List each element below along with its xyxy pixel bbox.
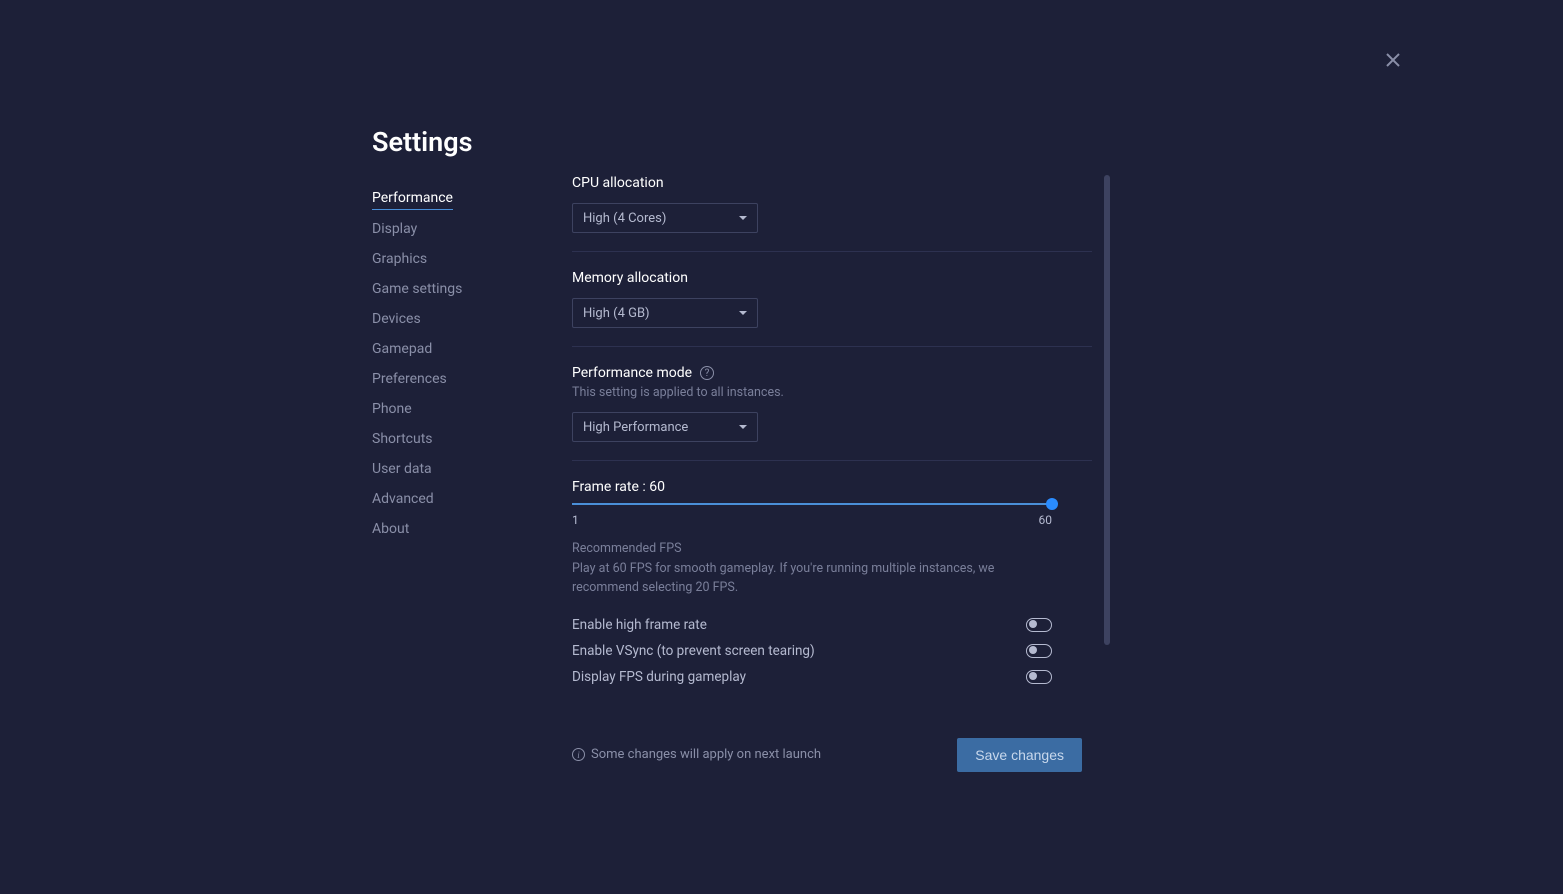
nav-item-game-settings[interactable]: Game settings	[372, 274, 572, 304]
frame-rate-slider[interactable]	[572, 503, 1052, 505]
toggle-display-fps-row: Display FPS during gameplay	[572, 664, 1052, 690]
caret-down-icon	[739, 216, 747, 220]
toggle-knob	[1029, 646, 1037, 654]
nav-item-gamepad[interactable]: Gamepad	[372, 334, 572, 364]
cpu-allocation-section: CPU allocation High (4 Cores)	[572, 175, 1092, 252]
caret-down-icon	[739, 311, 747, 315]
nav-item-phone[interactable]: Phone	[372, 394, 572, 424]
performance-mode-sublabel: This setting is applied to all instances…	[572, 385, 1092, 400]
nav-item-display[interactable]: Display	[372, 214, 572, 244]
nav-item-advanced[interactable]: Advanced	[372, 484, 572, 514]
scrollbar[interactable]	[1104, 175, 1110, 645]
nav-item-performance[interactable]: Performance	[372, 183, 453, 210]
frame-rate-label: Frame rate : 60	[572, 479, 1092, 495]
close-button[interactable]	[1383, 50, 1403, 70]
settings-content: CPU allocation High (4 Cores) Memory all…	[572, 125, 1092, 772]
performance-mode-section: Performance mode ? This setting is appli…	[572, 365, 1092, 461]
recommended-fps-text: Play at 60 FPS for smooth gameplay. If y…	[572, 560, 1052, 598]
frame-rate-section: Frame rate : 60 1 60 Recommended FPS Pla…	[572, 479, 1092, 708]
memory-allocation-section: Memory allocation High (4 GB)	[572, 270, 1092, 347]
nav-item-user-data[interactable]: User data	[372, 454, 572, 484]
toggle-vsync[interactable]	[1026, 644, 1052, 658]
recommended-fps-title: Recommended FPS	[572, 541, 1092, 556]
toggle-high-frame-rate-label: Enable high frame rate	[572, 617, 707, 633]
cpu-allocation-dropdown[interactable]: High (4 Cores)	[572, 203, 758, 233]
nav-item-preferences[interactable]: Preferences	[372, 364, 572, 394]
settings-sidebar: Performance Display Graphics Game settin…	[372, 125, 572, 772]
caret-down-icon	[739, 425, 747, 429]
slider-thumb[interactable]	[1046, 498, 1058, 510]
toggle-high-frame-rate[interactable]	[1026, 618, 1052, 632]
nav-item-about[interactable]: About	[372, 514, 572, 544]
memory-allocation-label: Memory allocation	[572, 270, 1092, 286]
toggle-knob	[1029, 672, 1037, 680]
page-title: Settings	[372, 126, 473, 158]
toggle-display-fps[interactable]	[1026, 670, 1052, 684]
slider-max: 60	[1039, 513, 1053, 527]
info-icon: i	[572, 748, 585, 761]
help-icon[interactable]: ?	[700, 366, 714, 380]
slider-min: 1	[572, 513, 579, 527]
save-changes-button[interactable]: Save changes	[957, 738, 1082, 772]
toggle-display-fps-label: Display FPS during gameplay	[572, 669, 746, 685]
footer-note: i Some changes will apply on next launch	[572, 747, 821, 762]
memory-allocation-dropdown[interactable]: High (4 GB)	[572, 298, 758, 328]
nav-item-shortcuts[interactable]: Shortcuts	[372, 424, 572, 454]
toggle-vsync-label: Enable VSync (to prevent screen tearing)	[572, 643, 815, 659]
performance-mode-dropdown[interactable]: High Performance	[572, 412, 758, 442]
toggle-knob	[1029, 620, 1037, 628]
nav-item-devices[interactable]: Devices	[372, 304, 572, 334]
cpu-allocation-label: CPU allocation	[572, 175, 1092, 191]
performance-mode-value: High Performance	[583, 420, 688, 435]
toggle-vsync-row: Enable VSync (to prevent screen tearing)	[572, 638, 1052, 664]
nav-item-graphics[interactable]: Graphics	[372, 244, 572, 274]
memory-allocation-value: High (4 GB)	[583, 306, 650, 321]
toggle-high-frame-rate-row: Enable high frame rate	[572, 612, 1052, 638]
cpu-allocation-value: High (4 Cores)	[583, 211, 666, 226]
close-icon	[1385, 52, 1401, 68]
settings-footer: i Some changes will apply on next launch…	[572, 738, 1082, 772]
performance-mode-label: Performance mode ?	[572, 365, 1092, 381]
